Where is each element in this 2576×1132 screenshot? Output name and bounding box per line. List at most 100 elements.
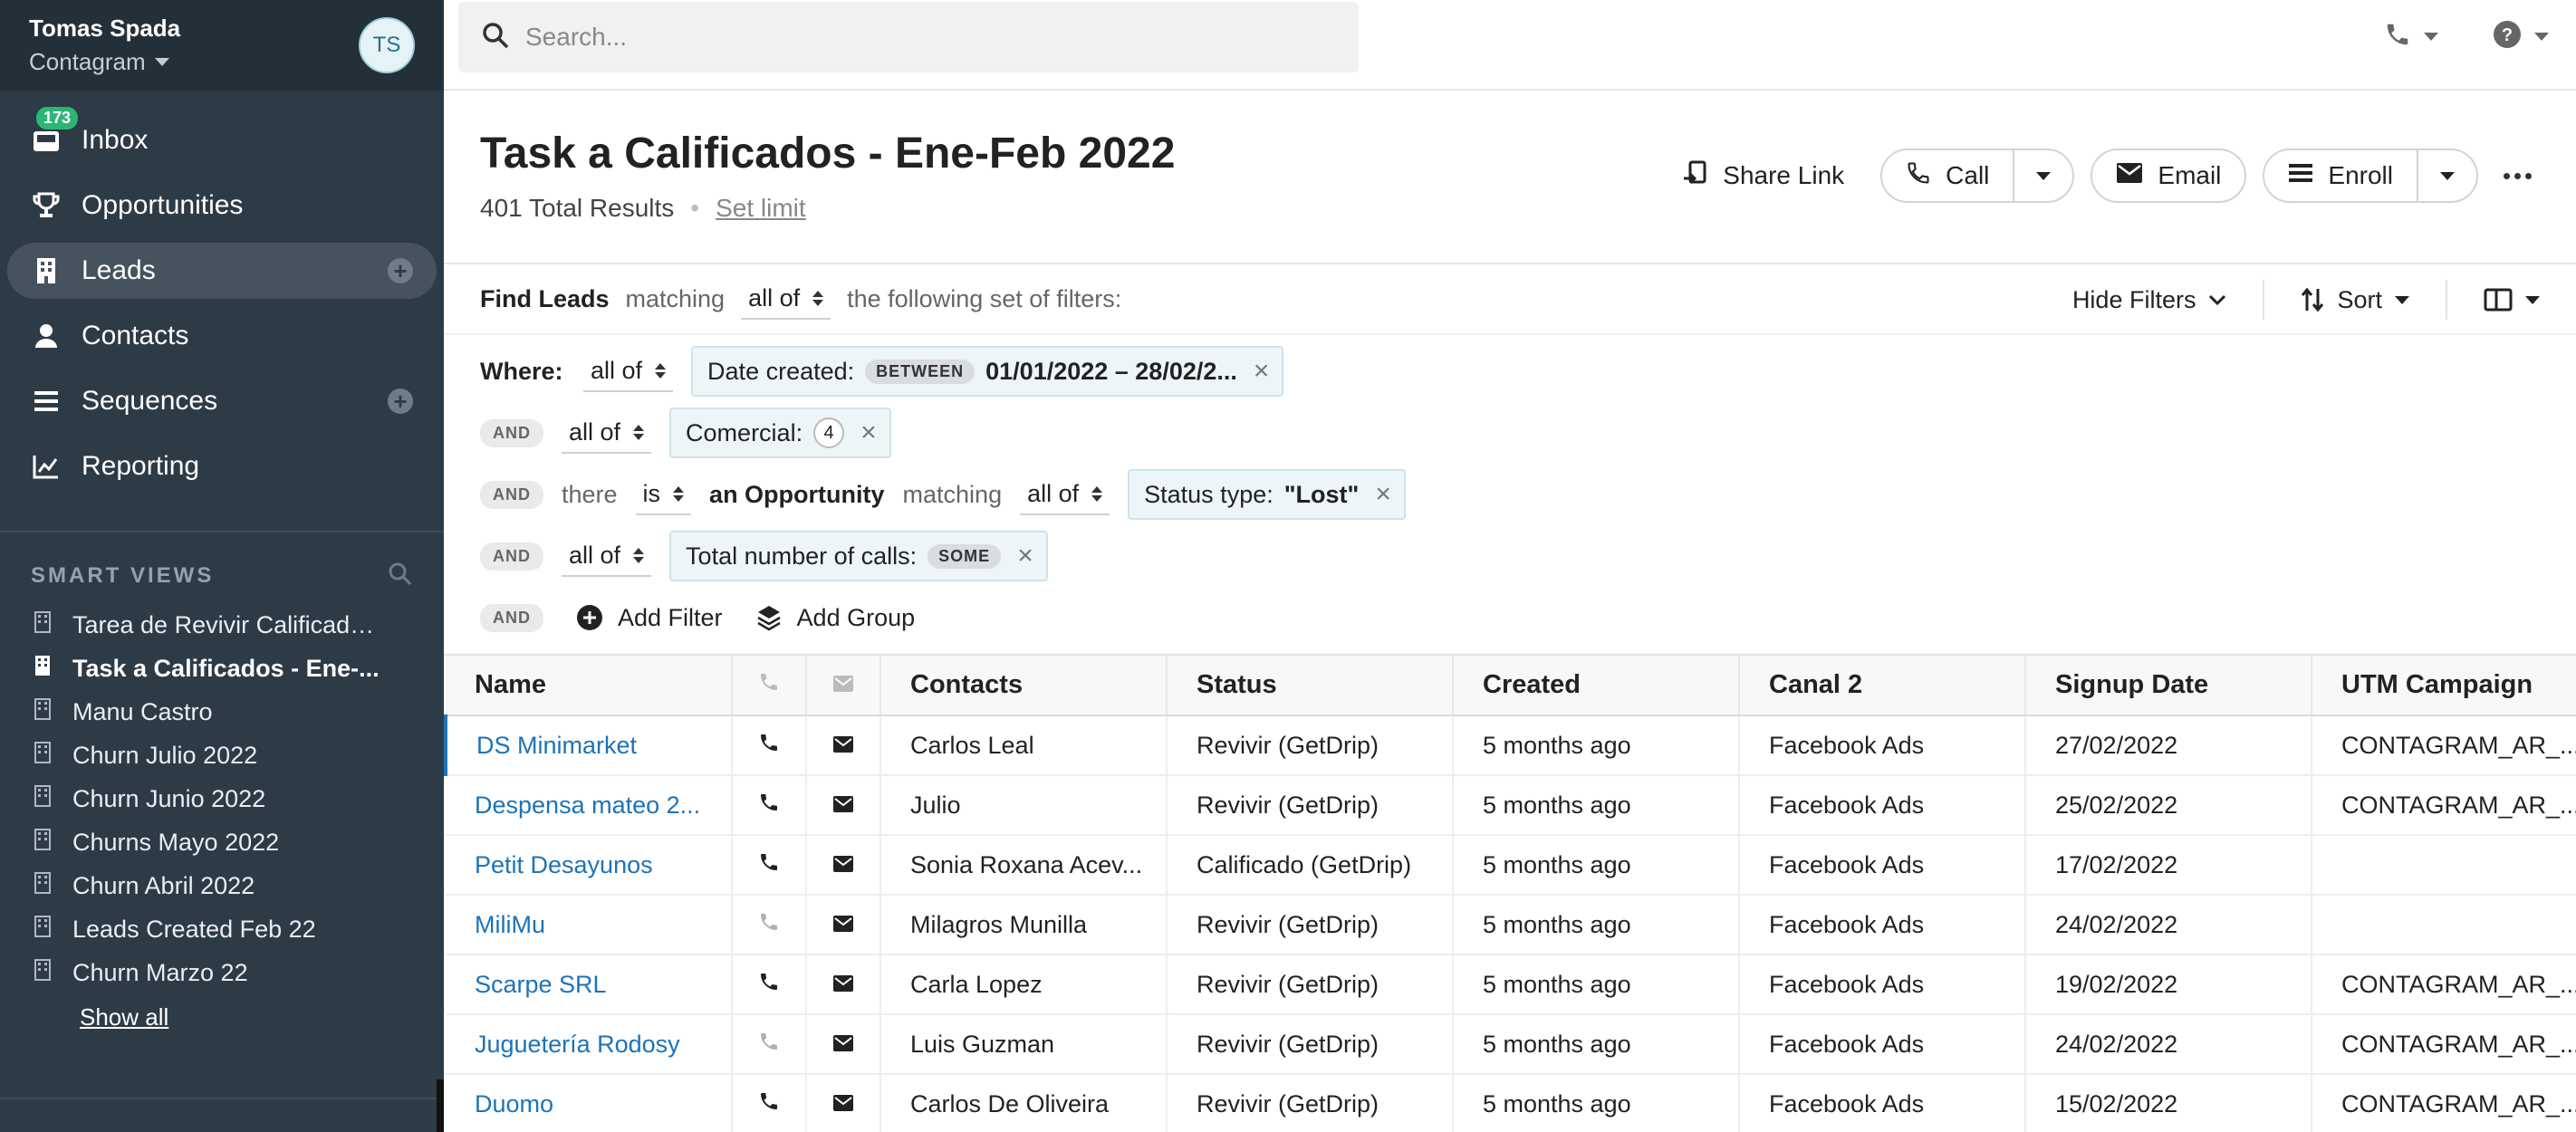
call-lead-button[interactable] <box>732 895 807 955</box>
help-menu-button[interactable]: ? <box>2493 20 2549 53</box>
more-options-icon[interactable] <box>2494 172 2540 179</box>
call-dropdown-button[interactable] <box>2013 150 2072 201</box>
lead-name-link[interactable]: Juguetería Rodosy <box>446 1014 733 1075</box>
lead-name-link[interactable]: Duomo <box>446 1074 733 1132</box>
date-created-filter-chip[interactable]: Date created: BETWEEN 01/01/2022 – 28/02… <box>691 346 1284 397</box>
email-lead-button[interactable] <box>806 715 881 776</box>
match-mode-select[interactable]: all of <box>741 279 831 320</box>
call-lead-button[interactable] <box>732 955 807 1015</box>
global-search[interactable] <box>458 2 1359 72</box>
smart-view-item[interactable]: Churn Junio 2022 <box>0 777 444 820</box>
close-icon[interactable]: × <box>860 419 877 446</box>
phone-icon <box>761 793 777 811</box>
column-header-email[interactable] <box>806 656 881 716</box>
status-cell: Revivir (GetDrip) <box>1167 955 1454 1015</box>
email-lead-button[interactable] <box>806 955 881 1015</box>
sort-button[interactable]: Sort <box>2301 286 2409 314</box>
call-lead-button[interactable] <box>732 1074 807 1132</box>
utm-campaign-cell: CONTAGRAM_AR_... <box>2312 715 2576 776</box>
add-sequence-icon[interactable]: + <box>388 389 413 414</box>
add-filter-button[interactable]: Add Filter <box>576 604 723 632</box>
smart-view-item[interactable]: Churn Abril 2022 <box>0 864 444 907</box>
share-link-button[interactable]: Share Link <box>1661 149 1864 203</box>
column-header-signup-date[interactable]: Signup Date <box>2025 656 2312 716</box>
close-icon[interactable]: × <box>1375 481 1391 508</box>
smart-view-item[interactable]: Manu Castro <box>0 690 444 734</box>
email-button[interactable]: Email <box>2091 149 2247 203</box>
group-match-select[interactable]: all of <box>1020 475 1110 515</box>
call-lead-button[interactable] <box>732 715 807 776</box>
column-header-name[interactable]: Name <box>446 656 733 716</box>
column-header-canal-2[interactable]: Canal 2 <box>1739 656 2026 716</box>
call-button[interactable]: Call <box>1882 150 2013 201</box>
smart-view-item[interactable]: Leads Created Feb 22 <box>0 907 444 951</box>
enroll-dropdown-button[interactable] <box>2417 150 2476 201</box>
lead-name-link[interactable]: Despensa mateo 2... <box>446 775 733 836</box>
show-all-link[interactable]: Show all <box>0 1003 444 1031</box>
email-lead-button[interactable] <box>806 1014 881 1075</box>
table-row[interactable]: Duomo Carlos De Oliveira Revivir (GetDrip)… <box>446 1074 2576 1132</box>
add-group-button[interactable]: Add Group <box>755 604 915 632</box>
table-row[interactable]: Petit Desayunos Sonia Roxana Acev... Calif… <box>446 835 2576 896</box>
created-cell: 5 months ago <box>1453 715 1740 776</box>
account-header[interactable]: Tomas Spada Contagram TS <box>0 0 444 91</box>
column-header-created[interactable]: Created <box>1453 656 1740 716</box>
status-type-filter-chip[interactable]: Status type: "Lost" × <box>1128 469 1406 520</box>
group-match-select[interactable]: all of <box>562 536 652 577</box>
nav-item-contacts[interactable]: Contacts <box>7 308 437 364</box>
org-switcher[interactable]: Contagram <box>29 48 180 76</box>
group-match-select[interactable]: all of <box>562 413 652 454</box>
nav-item-opportunities[interactable]: Opportunities <box>7 177 437 234</box>
add-filter-row: AND Add Filter Add Group <box>444 587 2576 648</box>
lead-name-link[interactable]: Petit Desayunos <box>446 835 733 896</box>
search-icon[interactable] <box>388 561 413 591</box>
chevron-down-icon <box>154 58 169 66</box>
nav-item-inbox[interactable]: 173 Inbox <box>7 105 437 168</box>
search-input[interactable] <box>525 23 1250 52</box>
phone-menu-button[interactable] <box>2384 21 2438 53</box>
table-row[interactable]: DS Minimarket Carlos Leal Revivir (GetDrip… <box>444 715 2576 776</box>
table-row[interactable]: Scarpe SRL Carla Lopez Revivir (GetDrip) 5 … <box>446 955 2576 1015</box>
column-header-utm-campaign[interactable]: UTM Campaign <box>2312 656 2576 716</box>
call-lead-button[interactable] <box>732 775 807 836</box>
email-lead-button[interactable] <box>806 775 881 836</box>
column-header-status[interactable]: Status <box>1167 656 1454 716</box>
avatar[interactable]: TS <box>359 17 415 73</box>
email-button-inner[interactable]: Email <box>2092 150 2244 201</box>
call-lead-button[interactable] <box>732 835 807 896</box>
email-lead-button[interactable] <box>806 835 881 896</box>
email-lead-button[interactable] <box>806 895 881 955</box>
comercial-filter-chip[interactable]: Comercial: 4 × <box>669 408 891 458</box>
table-row[interactable]: Juguetería Rodosy Luis Guzman Revivir (Get… <box>446 1014 2576 1075</box>
total-calls-filter-chip[interactable]: Total number of calls: SOME × <box>669 531 1048 581</box>
call-lead-button[interactable] <box>732 1014 807 1075</box>
hide-filters-button[interactable]: Hide Filters <box>2072 286 2227 314</box>
columns-button[interactable] <box>2484 288 2540 312</box>
smart-view-item[interactable]: Churn Julio 2022 <box>0 734 444 777</box>
set-limit-link[interactable]: Set limit <box>716 194 806 223</box>
lead-name-link[interactable]: Scarpe SRL <box>446 955 733 1015</box>
close-icon[interactable]: × <box>1017 542 1033 570</box>
group-match-select[interactable]: all of <box>583 351 674 392</box>
lead-name-link[interactable]: DS Minimarket <box>444 715 733 776</box>
nav-item-reporting[interactable]: Reporting <box>7 438 437 494</box>
column-header-contacts[interactable]: Contacts <box>880 656 1168 716</box>
column-header-phone[interactable] <box>732 656 807 716</box>
smart-view-item[interactable]: Churn Marzo 22 <box>0 951 444 994</box>
lead-name-link[interactable]: MiliMu <box>446 895 733 955</box>
smart-view-item[interactable]: Tarea de Revivir Calificado... <box>0 603 444 647</box>
enroll-button[interactable]: Enroll <box>2264 150 2417 201</box>
smart-view-item-active[interactable]: Task a Calificados - Ene-... <box>0 647 444 690</box>
smart-view-item[interactable]: Churns Mayo 2022 <box>0 820 444 864</box>
contact-cell: Carla Lopez <box>880 955 1168 1015</box>
add-lead-icon[interactable]: + <box>388 258 413 283</box>
sort-arrows-icon <box>1091 485 1103 502</box>
table-row[interactable]: Despensa mateo 2... Julio Revivir (GetDrip… <box>446 775 2576 836</box>
nav-item-leads[interactable]: Leads + <box>7 243 437 299</box>
table-row[interactable]: MiliMu Milagros Munilla Revivir (GetDrip) 5… <box>446 895 2576 955</box>
nav-item-sequences[interactable]: Sequences + <box>7 373 437 429</box>
close-icon[interactable]: × <box>1254 358 1270 385</box>
is-select[interactable]: is <box>635 475 692 515</box>
sidebar-scrollbar[interactable] <box>437 1079 444 1132</box>
email-lead-button[interactable] <box>806 1074 881 1132</box>
